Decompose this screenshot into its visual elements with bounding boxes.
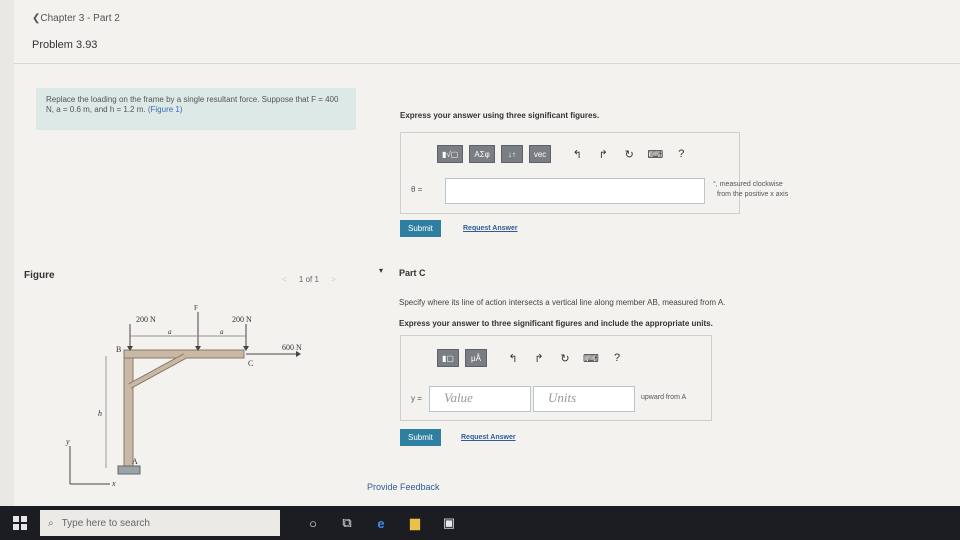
keyboard-icon[interactable]: ⌨ xyxy=(581,352,601,365)
unit-note-2: from the positive x axis xyxy=(717,191,789,198)
vector-button[interactable]: vec xyxy=(528,145,552,163)
value-input[interactable]: Value xyxy=(429,386,531,412)
template-button[interactable]: ▮√▢ xyxy=(437,145,464,163)
label-200n-right: 200 N xyxy=(232,315,252,324)
task-view-icon[interactable]: ⧉ xyxy=(330,506,364,540)
help-icon[interactable]: ? xyxy=(671,148,691,160)
label-a-point: A xyxy=(132,457,138,466)
windows-logo-icon xyxy=(13,516,27,530)
part-c-title: Part C xyxy=(399,268,426,278)
part-c-submit-button[interactable]: Submit xyxy=(400,429,441,446)
label-a1: a xyxy=(168,328,172,336)
units-button[interactable]: μÅ xyxy=(465,349,487,367)
diagonal-brace-fill xyxy=(129,354,186,388)
figure-title: Figure xyxy=(24,270,55,281)
keyboard-icon[interactable]: ⌨ xyxy=(645,148,665,161)
reset-icon[interactable]: ↻ xyxy=(619,148,639,161)
windows-taskbar: ⌕ Type here to search ○ ⧉ e ▆ ▣ xyxy=(0,506,960,540)
arrows-button[interactable]: ↓↑ xyxy=(500,145,523,163)
header-bar: ❮Chapter 3 - Part 2 Problem 3.93 xyxy=(14,0,960,64)
part-b-submit-button[interactable]: Submit xyxy=(400,220,441,237)
part-b-toolbar: ▮√▢ ΑΣφ ↓↑ vec ↰ ↱ ↻ ⌨ ? xyxy=(437,145,691,163)
search-icon: ⌕ xyxy=(48,517,54,529)
theta-input[interactable] xyxy=(445,178,705,204)
part-c-request-answer-link[interactable]: Request Answer xyxy=(461,434,516,441)
units-input[interactable]: Units xyxy=(533,386,635,412)
unit-note-1: °, measured clockwise xyxy=(713,181,783,188)
redo-icon[interactable]: ↱ xyxy=(593,148,613,161)
part-c-answer-panel: ▮▢ μÅ ↰ ↱ ↻ ⌨ ? y = Value Units upward f… xyxy=(400,335,712,421)
template-button[interactable]: ▮▢ xyxy=(437,349,459,367)
support-a xyxy=(117,465,141,475)
search-placeholder: Type here to search xyxy=(61,517,150,529)
figure-nav: < 1 of 1 > xyxy=(272,275,346,284)
part-c-instruction: Express your answer to three significant… xyxy=(399,319,713,328)
greek-symbols-button[interactable]: ΑΣφ xyxy=(469,145,495,163)
y-label: y = xyxy=(411,394,422,403)
frame-figure: 200 N 200 N F 600 N a a B C A h y x xyxy=(65,304,302,488)
figure-prev-button[interactable]: < xyxy=(282,275,287,284)
label-200n-left: 200 N xyxy=(136,315,156,324)
taskbar-search-box[interactable]: ⌕ Type here to search xyxy=(40,510,280,536)
part-b-request-answer-link[interactable]: Request Answer xyxy=(463,225,518,232)
label-y: y xyxy=(65,437,70,446)
back-to-chapter-link[interactable]: ❮Chapter 3 - Part 2 xyxy=(32,13,120,24)
store-icon[interactable]: ▣ xyxy=(432,506,466,540)
help-icon[interactable]: ? xyxy=(607,352,627,364)
part-c-toolbar: ▮▢ μÅ ↰ ↱ ↻ ⌨ ? xyxy=(437,349,627,367)
part-b-instruction: Express your answer using three signific… xyxy=(400,111,600,120)
problem-title: Problem 3.93 xyxy=(32,39,98,51)
theta-label: θ = xyxy=(411,185,423,194)
undo-icon[interactable]: ↰ xyxy=(503,352,523,365)
label-c: C xyxy=(248,359,253,368)
file-explorer-icon[interactable]: ▆ xyxy=(398,506,432,540)
figure-next-button[interactable]: > xyxy=(331,275,336,284)
undo-icon[interactable]: ↰ xyxy=(567,148,587,161)
cortana-icon[interactable]: ○ xyxy=(296,506,330,540)
label-a2: a xyxy=(220,328,224,336)
redo-icon[interactable]: ↱ xyxy=(529,352,549,365)
part-b-answer-panel: ▮√▢ ΑΣφ ↓↑ vec ↰ ↱ ↻ ⌨ ? θ = °, measured… xyxy=(400,132,788,214)
label-600n: 600 N xyxy=(282,343,302,352)
problem-statement: Replace the loading on the frame by a si… xyxy=(36,88,356,130)
label-f: F xyxy=(194,304,198,312)
figure-link[interactable]: (Figure 1) xyxy=(148,105,183,114)
prompt-text-1: Replace the loading on the frame by a si… xyxy=(46,95,309,104)
label-b: B xyxy=(116,345,121,354)
figure-page-indicator: 1 of 1 xyxy=(298,275,319,284)
reset-icon[interactable]: ↻ xyxy=(555,352,575,365)
mastering-page: ❮Chapter 3 - Part 2 Problem 3.93 Replace… xyxy=(14,0,960,506)
provide-feedback-link[interactable]: Provide Feedback xyxy=(367,482,440,492)
label-x: x xyxy=(111,479,116,488)
member-ab xyxy=(123,355,134,469)
label-h: h xyxy=(98,409,102,418)
start-button[interactable] xyxy=(0,506,40,540)
part-c-collapse-toggle[interactable]: ▾ xyxy=(379,266,383,275)
edge-browser-icon[interactable]: e xyxy=(364,506,398,540)
part-c-unit-note: upward from A xyxy=(641,394,687,401)
part-c-question: Specify where its line of action interse… xyxy=(399,298,726,307)
